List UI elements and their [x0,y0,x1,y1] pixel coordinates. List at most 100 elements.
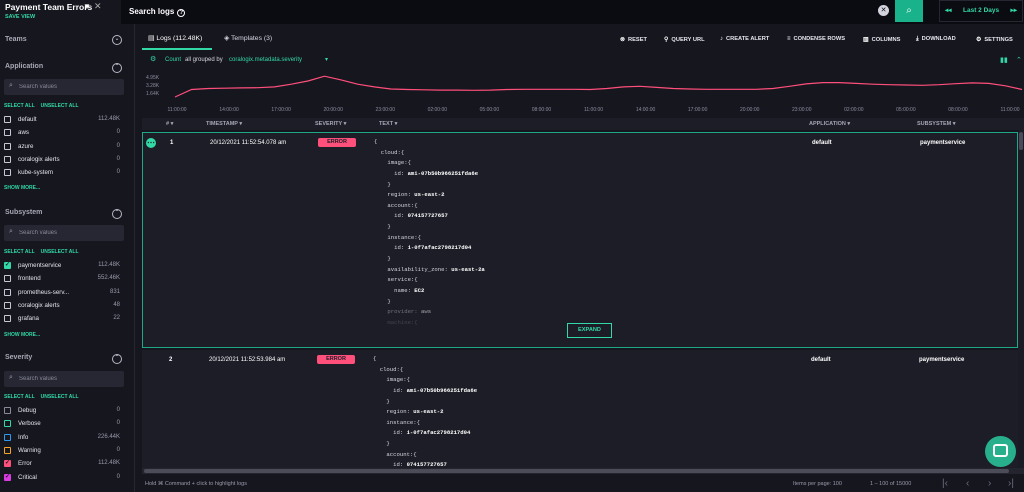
download-button[interactable]: ⤓ DOWNLOAD [916,36,956,43]
col-text-header[interactable]: TEXT ▾ [379,121,397,127]
chat-support-button[interactable] [985,436,1016,467]
previous-page-icon[interactable]: ‹ [966,478,969,489]
scroll-thumb[interactable] [1019,132,1023,150]
chart-settings-icon[interactable]: ⚙ [150,55,156,63]
filter-item[interactable]: Warning 0 [4,446,122,456]
time-range-button[interactable]: ◂◂ Last 2 Days ▸▸ [939,0,1023,22]
filter-checkbox[interactable] [4,315,11,323]
col-severity-header[interactable]: SEVERITY ▾ [315,121,346,127]
severity-search[interactable]: ⌕ [4,371,124,387]
last-page-icon[interactable]: ›| [1008,478,1014,489]
search-button[interactable]: ⌕ [895,0,923,22]
x-tick-label: 08:00:00 [531,107,552,113]
save-view-button[interactable]: SAVE VIEW [5,14,35,20]
filter-checkbox[interactable] [4,169,11,177]
teams-collapse-toggle[interactable]: ⌄ [112,35,122,45]
grouped-by-label: all grouped by [185,57,223,63]
filter-item[interactable]: Critical 0 [4,473,122,483]
select-all-button[interactable]: SELECT ALL [4,394,35,400]
filter-checkbox[interactable] [4,433,11,441]
expand-button[interactable]: EXPAND [567,323,612,338]
next-page-icon[interactable]: › [988,478,991,489]
filter-item[interactable]: default 112.48K [4,115,122,125]
filter-checkbox[interactable] [4,155,11,163]
unselect-all-button[interactable]: UNSELECT ALL [41,394,79,400]
subsystem-search[interactable]: ⌕ [4,225,124,241]
filter-checkbox[interactable] [4,142,11,150]
show-more-button[interactable]: SHOW MORE... [4,332,40,338]
severity-collapse-toggle[interactable]: ⌃ [112,354,122,364]
table-row[interactable]: 2 20/12/2021 11:52:53.984 am ERROR { clo… [142,350,1018,468]
count-metric[interactable]: Count [165,57,181,63]
search-input[interactable]: Search logs? [129,7,186,17]
filter-item[interactable]: grafana 22 [4,314,122,324]
show-more-button[interactable]: SHOW MORE... [4,185,40,191]
filter-checkbox[interactable] [4,261,11,269]
filter-item[interactable]: coralogix alerts 48 [4,301,122,311]
application-collapse-toggle[interactable]: ⌃ [112,63,122,73]
unselect-all-button[interactable]: UNSELECT ALL [41,249,79,255]
select-all-button[interactable]: SELECT ALL [4,249,35,255]
filter-checkbox[interactable] [4,129,11,137]
select-all-button[interactable]: SELECT ALL [4,103,35,109]
filter-item[interactable]: Verbose 0 [4,419,122,429]
group-field[interactable]: coralogix.metadata.severity [229,57,302,63]
next-range-icon[interactable]: ▸▸ [1010,1,1017,21]
col-subsystem-header[interactable]: SUBSYSTEM ▾ [917,121,956,127]
collapse-icon[interactable]: ⌃ [1016,56,1022,64]
filter-checkbox[interactable] [4,301,11,309]
col-application-header[interactable]: APPLICATION ▾ [809,121,850,127]
tab-logs[interactable]: ▤ Logs (112.48K) [148,34,202,42]
view-title[interactable]: Payment Team Errors [5,2,92,12]
filter-item[interactable]: coralogix alerts 0 [4,155,122,165]
severity-search-input[interactable] [19,373,119,385]
filter-item[interactable]: frontend 552.46K [4,274,122,284]
filter-checkbox[interactable] [4,446,11,454]
horizontal-scrollbar[interactable] [142,468,1024,474]
filter-checkbox[interactable] [4,407,11,414]
tab-templates[interactable]: ◈ Templates (3) [224,34,272,42]
filter-item[interactable]: prometheus-serv... 831 [4,288,122,298]
filter-item[interactable]: Debug 0 [4,406,122,416]
settings-button[interactable]: ⚙ SETTINGS [976,36,1013,43]
filter-checkbox[interactable] [4,288,11,296]
previous-range-icon[interactable]: ◂◂ [945,1,952,21]
close-icon[interactable]: ✕ [94,1,102,12]
view-dropdown-icon[interactable]: ▼ [83,2,91,11]
subsystem-search-input[interactable] [19,227,119,239]
first-page-icon[interactable]: |‹ [942,478,948,489]
filter-item[interactable]: aws 0 [4,128,122,138]
filter-item[interactable]: azure 0 [4,142,122,152]
filter-checkbox[interactable] [4,420,11,428]
unselect-all-button[interactable]: UNSELECT ALL [41,103,79,109]
scroll-thumb[interactable] [144,469,1009,473]
items-per-page[interactable]: Items per page: 100 [793,481,842,487]
clear-icon[interactable]: ✕ [878,5,889,16]
condense-rows-button[interactable]: ≡ CONDENSE ROWS [787,36,845,42]
filter-checkbox[interactable] [4,459,11,468]
col-timestamp-header[interactable]: TIMESTAMP ▾ [206,121,242,127]
filter-item[interactable]: Error 112.48K [4,459,122,469]
subsystem-collapse-toggle[interactable]: ⌃ [112,209,122,219]
filter-checkbox[interactable] [4,473,11,481]
vertical-scrollbar[interactable] [1018,130,1024,470]
filter-checkbox[interactable] [4,116,11,123]
table-row[interactable]: ⋯ 1 20/12/2021 11:52:54.078 am ERROR { c… [142,132,1018,348]
bar-chart-icon[interactable]: ▮▮ [1000,56,1008,64]
reset-button[interactable]: ⊗ RESET [620,36,647,43]
filter-item[interactable]: Info 226.44K [4,433,122,443]
filter-item[interactable]: paymentservice 112.48K [4,261,122,271]
create-alert-button[interactable]: ♪ CREATE ALERT [720,36,769,42]
application-search[interactable]: ⌕ [4,79,124,95]
help-icon[interactable]: ? [177,9,186,17]
application-search-input[interactable] [19,81,119,93]
col-num-header[interactable]: # ▾ [166,121,173,127]
log-text[interactable]: { cloud:{ image:{ id: ami-07b50b966251fd… [374,137,594,329]
filter-item[interactable]: kube-system 0 [4,168,122,178]
row-menu-icon[interactable]: ⋯ [146,138,156,148]
columns-button[interactable]: ▥ COLUMNS [863,36,900,43]
log-text[interactable]: { cloud:{ image:{ id: ami-07b50b966251fd… [373,354,593,471]
chevron-down-icon[interactable]: ▾ [325,56,328,63]
query-url-button[interactable]: ⚲ QUERY URL [664,36,705,43]
filter-checkbox[interactable] [4,275,11,283]
